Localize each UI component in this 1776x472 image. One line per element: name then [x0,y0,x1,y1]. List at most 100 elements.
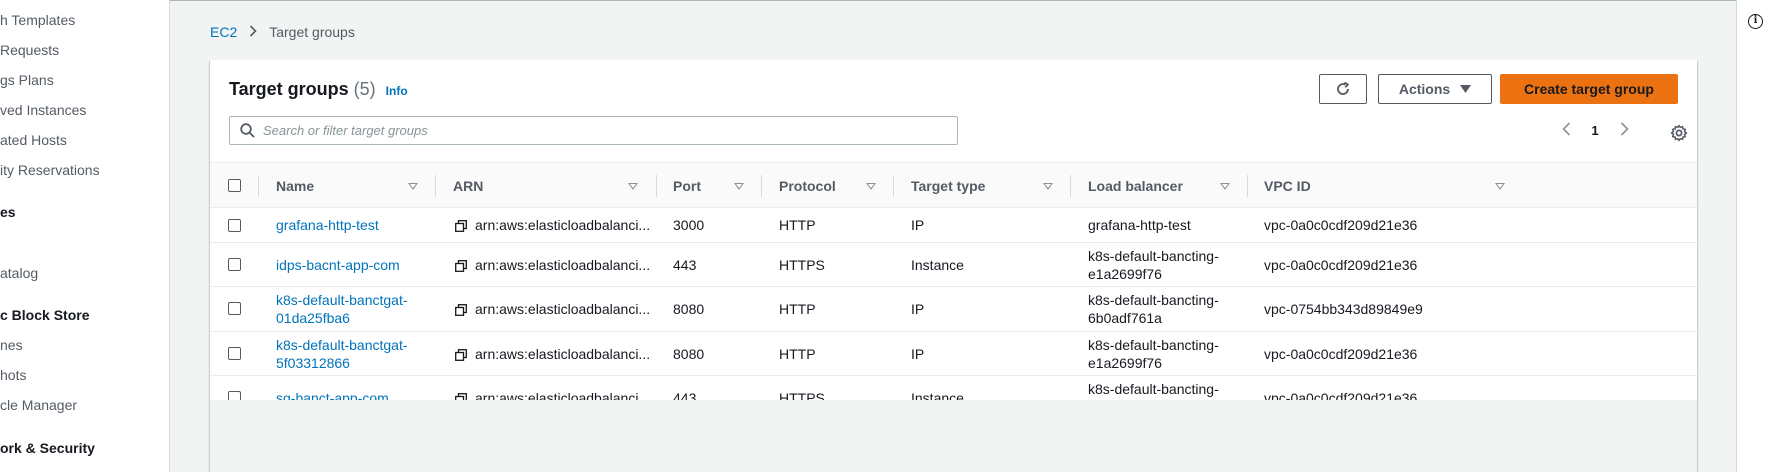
column-header-protocol[interactable]: Protocol [779,163,836,209]
create-target-group-button[interactable]: Create target group [1500,74,1678,104]
load-balancer-cell: grafana-http-test [1088,217,1191,233]
sidebar-section-elastic-block-store[interactable]: c Block Store [0,307,89,323]
info-icon[interactable]: i [1748,14,1763,29]
page-number[interactable]: 1 [1585,123,1605,138]
table-header: Name ARN Port Protocol Target type Load … [210,162,1697,208]
copy-icon[interactable] [455,349,467,361]
load-balancer-cell: k8s-default-bancting- [1088,381,1219,397]
protocol-cell: HTTP [779,217,816,233]
search-icon [240,123,255,138]
panel-count: (5) [353,79,376,99]
sidebar-item-savings-plans[interactable]: gs Plans [0,72,54,88]
row-checkbox[interactable] [228,347,241,360]
arn-cell: arn:aws:elasticloadbalanci... [475,346,651,362]
table-row[interactable]: k8s-default-banctgat- 5f03312866 arn:aws… [210,332,1697,376]
target-group-name-link[interactable]: 5f03312866 [276,354,350,372]
port-cell: 8080 [673,301,705,317]
copy-icon[interactable] [455,260,467,272]
column-header-port[interactable]: Port [673,163,701,209]
sort-icon[interactable] [408,183,418,190]
chevron-right-icon[interactable] [1615,120,1633,141]
vpc-id-cell: vpc-0a0c0cdf209d21e36 [1264,217,1418,233]
table-row[interactable]: grafana-http-test arn:aws:elasticloadbal… [210,208,1697,243]
sort-icon[interactable] [1220,183,1230,190]
sort-icon[interactable] [628,183,638,190]
breadcrumb-current: Target groups [269,24,355,40]
arn-cell: arn:aws:elasticloadbalanci... [475,257,651,273]
sidebar-item-ami-catalog[interactable]: atalog [0,265,38,281]
sidebar-item-launch-templates[interactable]: h Templates [0,12,75,28]
sidebar-item-reserved-instances[interactable]: ved Instances [0,102,86,118]
info-link[interactable]: Info [386,84,408,98]
column-divider [761,175,762,197]
search-box[interactable] [229,116,958,145]
row-checkbox[interactable] [228,258,241,271]
sort-icon[interactable] [1043,183,1053,190]
port-cell: 8080 [673,346,705,362]
sidebar-item-spot-requests[interactable]: Requests [0,42,59,58]
protocol-cell: HTTP [779,301,816,317]
actions-label: Actions [1398,81,1451,97]
gear-icon[interactable] [1670,124,1688,147]
load-balancer-cell: k8s-default-bancting- [1088,337,1219,353]
panel-title-text: Target groups [229,79,349,99]
chevron-left-icon[interactable] [1557,120,1575,141]
breadcrumb: EC2 Target groups [210,24,355,40]
arn-cell: arn:aws:elasticloadbalanci... [475,217,651,233]
sidebar-item-snapshots[interactable]: hots [0,367,26,383]
sidebar-section-images[interactable]: es [0,204,16,220]
table-row[interactable]: k8s-default-banctgat- 01da25fba6 arn:aws… [210,287,1697,332]
sidebar-item-volumes[interactable]: nes [0,337,23,353]
column-header-vpc-id[interactable]: VPC ID [1264,163,1311,209]
load-balancer-cell: k8s-default-bancting- [1088,248,1219,264]
row-checkbox[interactable] [228,219,241,232]
target-group-name-link[interactable]: idps-bacnt-app-com [276,256,400,274]
target-group-name-link[interactable]: 01da25fba6 [276,309,350,327]
sidebar-item-capacity-reservations[interactable]: ity Reservations [0,162,100,178]
column-header-load-balancer[interactable]: Load balancer [1088,163,1183,209]
panel-footer [210,400,1697,472]
column-header-target-type[interactable]: Target type [911,163,985,209]
vpc-id-cell: vpc-0754bb343d89849e9 [1264,301,1423,317]
protocol-cell: HTTPS [779,257,825,273]
actions-button[interactable]: Actions [1378,74,1492,104]
port-cell: 3000 [673,217,705,233]
target-group-name-link[interactable]: k8s-default-banctgat- [276,291,408,309]
refresh-button[interactable] [1319,74,1367,104]
column-divider [656,175,657,197]
column-header-name[interactable]: Name [276,163,314,209]
copy-icon[interactable] [455,220,467,232]
sort-icon[interactable] [1495,183,1505,190]
target-group-name-link[interactable]: grafana-http-test [276,216,379,234]
load-balancer-cell: k8s-default-bancting- [1088,292,1219,308]
refresh-icon [1337,81,1349,95]
vpc-id-cell: vpc-0a0c0cdf209d21e36 [1264,346,1418,362]
target-groups-panel: Target groups (5) Info Actions Create ta… [210,60,1697,472]
breadcrumb-ec2-link[interactable]: EC2 [210,24,237,40]
sidebar-item-lifecycle-manager[interactable]: cle Manager [0,397,77,413]
column-divider [435,175,436,197]
chevron-right-icon [249,24,257,40]
sidebar-item-dedicated-hosts[interactable]: ated Hosts [0,132,67,148]
column-header-arn[interactable]: ARN [453,163,483,209]
pagination: 1 [1557,120,1633,141]
right-rail: i [1736,0,1776,472]
search-input[interactable] [263,123,863,138]
sort-icon[interactable] [866,183,876,190]
column-divider [893,175,894,197]
column-divider [1070,175,1071,197]
vpc-id-cell: vpc-0a0c0cdf209d21e36 [1264,257,1418,273]
page-title: Target groups (5) Info [229,79,408,100]
caret-down-icon [1460,85,1472,93]
sidebar-section-network-security[interactable]: ork & Security [0,440,95,456]
top-border [0,0,1776,1]
select-all-checkbox[interactable] [228,179,241,192]
table-row[interactable]: idps-bacnt-app-com arn:aws:elasticloadba… [210,243,1697,287]
protocol-cell: HTTP [779,346,816,362]
load-balancer-cell: 6b0adf761a [1088,310,1162,326]
sort-icon[interactable] [734,183,744,190]
target-group-name-link[interactable]: k8s-default-banctgat- [276,336,408,354]
column-divider [1247,175,1248,197]
copy-icon[interactable] [455,304,467,316]
row-checkbox[interactable] [228,302,241,315]
